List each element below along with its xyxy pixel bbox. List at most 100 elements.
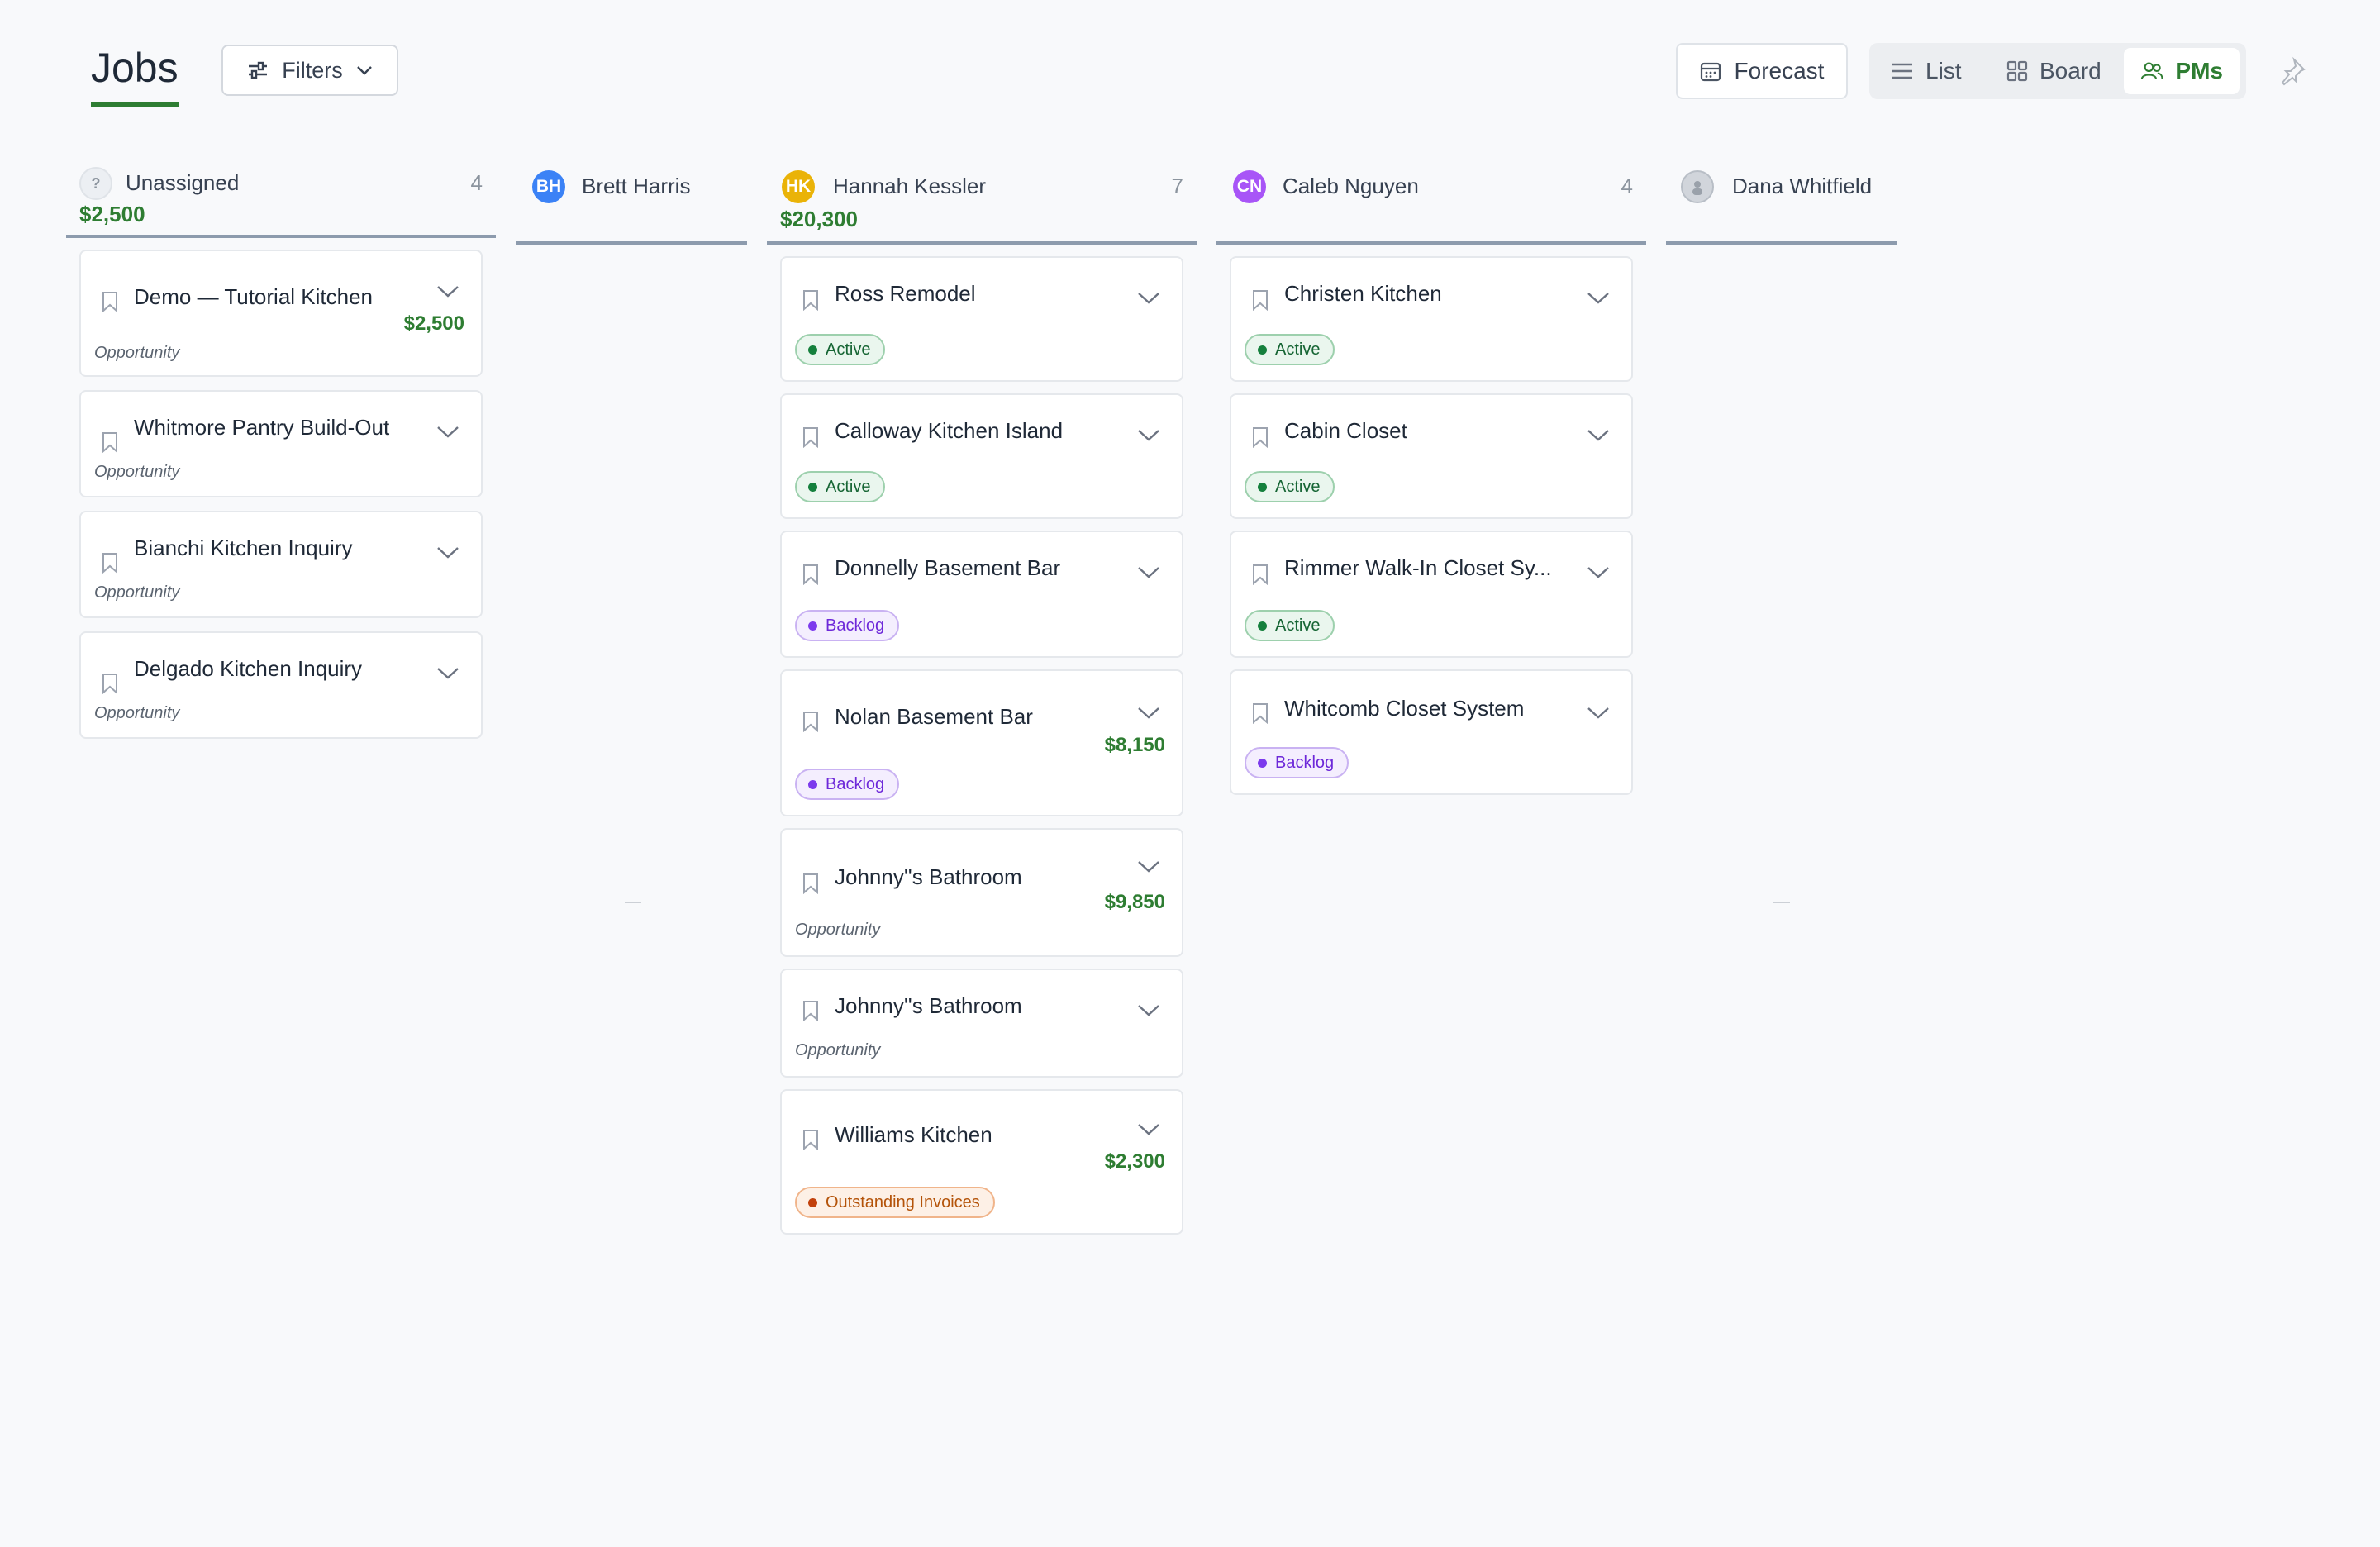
chevron-down-icon[interactable]	[1587, 565, 1610, 580]
chevron-down-icon[interactable]	[1137, 1003, 1160, 1018]
job-card[interactable]: Ross Remodel Active	[780, 256, 1183, 382]
forecast-button[interactable]: Forecast	[1676, 43, 1848, 99]
bookmark-icon[interactable]	[1251, 426, 1269, 448]
bookmark-icon[interactable]	[1251, 289, 1269, 311]
status-badge: Backlog	[1245, 747, 1349, 778]
job-title: Christen Kitchen	[1284, 281, 1442, 306]
bookmark-icon[interactable]	[802, 873, 820, 894]
chevron-down-icon[interactable]	[1137, 1122, 1160, 1137]
avatar: HK	[782, 170, 815, 203]
column-divider	[516, 241, 747, 245]
column-header-caleb-nguyen: CN Caleb Nguyen 4	[1216, 162, 1646, 245]
job-title: Calloway Kitchen Island	[835, 418, 1064, 443]
list-icon	[1892, 63, 1912, 79]
status-dot	[808, 621, 817, 631]
job-card[interactable]: Johnny''s Bathroom Opportunity	[780, 969, 1183, 1078]
job-card[interactable]: Donnelly Basement Bar Backlog	[780, 531, 1183, 658]
job-stage: Opportunity	[94, 583, 180, 602]
column-total: $2,500	[79, 202, 145, 226]
bookmark-icon[interactable]	[802, 1129, 820, 1150]
bookmark-icon[interactable]	[101, 431, 119, 453]
job-title: Demo — Tutorial Kitchen	[134, 284, 374, 309]
job-title: Delgado Kitchen Inquiry	[134, 656, 363, 681]
page-title: Jobs	[91, 40, 178, 107]
bookmark-icon[interactable]	[802, 711, 820, 732]
column-name: Caleb Nguyen	[1283, 174, 1419, 198]
tab-list[interactable]: List	[1874, 48, 1978, 94]
chevron-down-icon[interactable]	[436, 425, 459, 440]
column-divider	[66, 235, 496, 238]
filters-button[interactable]: Filters	[221, 45, 398, 96]
status-badge: Active	[1245, 610, 1335, 641]
pin-icon[interactable]	[2278, 56, 2307, 86]
forecast-label: Forecast	[1734, 58, 1825, 83]
status-badge: Active	[1245, 334, 1335, 365]
bookmark-icon[interactable]	[1251, 702, 1269, 724]
chevron-down-icon[interactable]	[1137, 291, 1160, 306]
job-card[interactable]: Johnny''s Bathroom $9,850 Opportunity	[780, 828, 1183, 957]
column-header-dana-whitfield: Dana Whitfield	[1666, 162, 1897, 245]
chevron-down-icon[interactable]	[1137, 706, 1160, 721]
bookmark-icon[interactable]	[802, 426, 820, 448]
status-label: Backlog	[826, 774, 885, 793]
job-card[interactable]: Cabin Closet Active	[1230, 393, 1633, 519]
job-title: Whitcomb Closet System	[1284, 696, 1525, 721]
job-title: Ross Remodel	[835, 281, 976, 306]
job-title: Donnelly Basement Bar	[835, 555, 1061, 580]
chevron-down-icon[interactable]	[1137, 565, 1160, 580]
job-title: Johnny''s Bathroom	[835, 993, 1022, 1018]
job-amount: $9,850	[1104, 891, 1165, 913]
bookmark-icon[interactable]	[802, 1000, 820, 1021]
chevron-down-icon[interactable]	[436, 284, 459, 299]
chevron-down-icon[interactable]	[436, 666, 459, 681]
bookmark-icon[interactable]	[802, 289, 820, 311]
users-icon	[2140, 62, 2163, 79]
bookmark-icon[interactable]	[1251, 564, 1269, 585]
header-bar: Jobs Filters Forecast List Board PMs	[0, 0, 2380, 124]
tab-pms[interactable]: PMs	[2124, 48, 2240, 94]
chevron-down-icon[interactable]	[1137, 859, 1160, 874]
status-badge: Backlog	[795, 610, 900, 641]
bookmark-icon[interactable]	[802, 564, 820, 585]
chevron-down-icon[interactable]	[436, 545, 459, 560]
filters-label: Filters	[282, 57, 343, 83]
sliders-icon	[249, 61, 268, 79]
status-label: Active	[1275, 340, 1321, 359]
column-name: Hannah Kessler	[833, 174, 986, 198]
column-divider	[1216, 241, 1646, 245]
chevron-down-icon[interactable]	[1137, 428, 1160, 443]
bookmark-icon[interactable]	[101, 673, 119, 694]
bookmark-icon[interactable]	[101, 552, 119, 574]
job-card[interactable]: Christen Kitchen Active	[1230, 256, 1633, 382]
job-title: Bianchi Kitchen Inquiry	[134, 536, 353, 560]
chevron-down-icon[interactable]	[1587, 428, 1610, 443]
status-badge: Outstanding Invoices	[795, 1187, 995, 1218]
job-amount: $8,150	[1104, 734, 1165, 756]
tab-board[interactable]: Board	[1990, 48, 2118, 94]
job-card[interactable]: Rimmer Walk-In Closet Sy... Active	[1230, 531, 1633, 658]
status-label: Outstanding Invoices	[826, 1192, 980, 1211]
column-count: 4	[1621, 174, 1633, 198]
avatar: ?	[79, 167, 112, 200]
job-card[interactable]: Bianchi Kitchen Inquiry Opportunity	[79, 511, 483, 618]
job-card[interactable]: Demo — Tutorial Kitchen $2,500 Opportuni…	[79, 250, 483, 377]
job-card[interactable]: Whitcomb Closet System Backlog	[1230, 669, 1633, 795]
column-header-unassigned: ? Unassigned 4 $2,500	[66, 162, 496, 245]
job-stage: Opportunity	[94, 704, 180, 722]
job-card[interactable]: Calloway Kitchen Island Active	[780, 393, 1183, 519]
job-card[interactable]: Williams Kitchen $2,300 Outstanding Invo…	[780, 1089, 1183, 1235]
bookmark-icon[interactable]	[101, 291, 119, 312]
column-divider	[1666, 241, 1897, 245]
tab-list-label: List	[1925, 58, 1962, 83]
chevron-down-icon[interactable]	[1587, 706, 1610, 721]
status-dot	[1258, 621, 1267, 631]
job-amount: $2,500	[403, 312, 464, 335]
job-card[interactable]: Delgado Kitchen Inquiry Opportunity	[79, 631, 483, 739]
job-title: Whitmore Pantry Build-Out	[134, 415, 390, 440]
job-card[interactable]: Whitmore Pantry Build-Out Opportunity	[79, 390, 483, 497]
column-count: 7	[1171, 174, 1183, 198]
status-label: Active	[826, 477, 871, 496]
status-badge: Active	[795, 334, 886, 365]
chevron-down-icon[interactable]	[1587, 291, 1610, 306]
job-card[interactable]: Nolan Basement Bar $8,150 Backlog	[780, 669, 1183, 816]
